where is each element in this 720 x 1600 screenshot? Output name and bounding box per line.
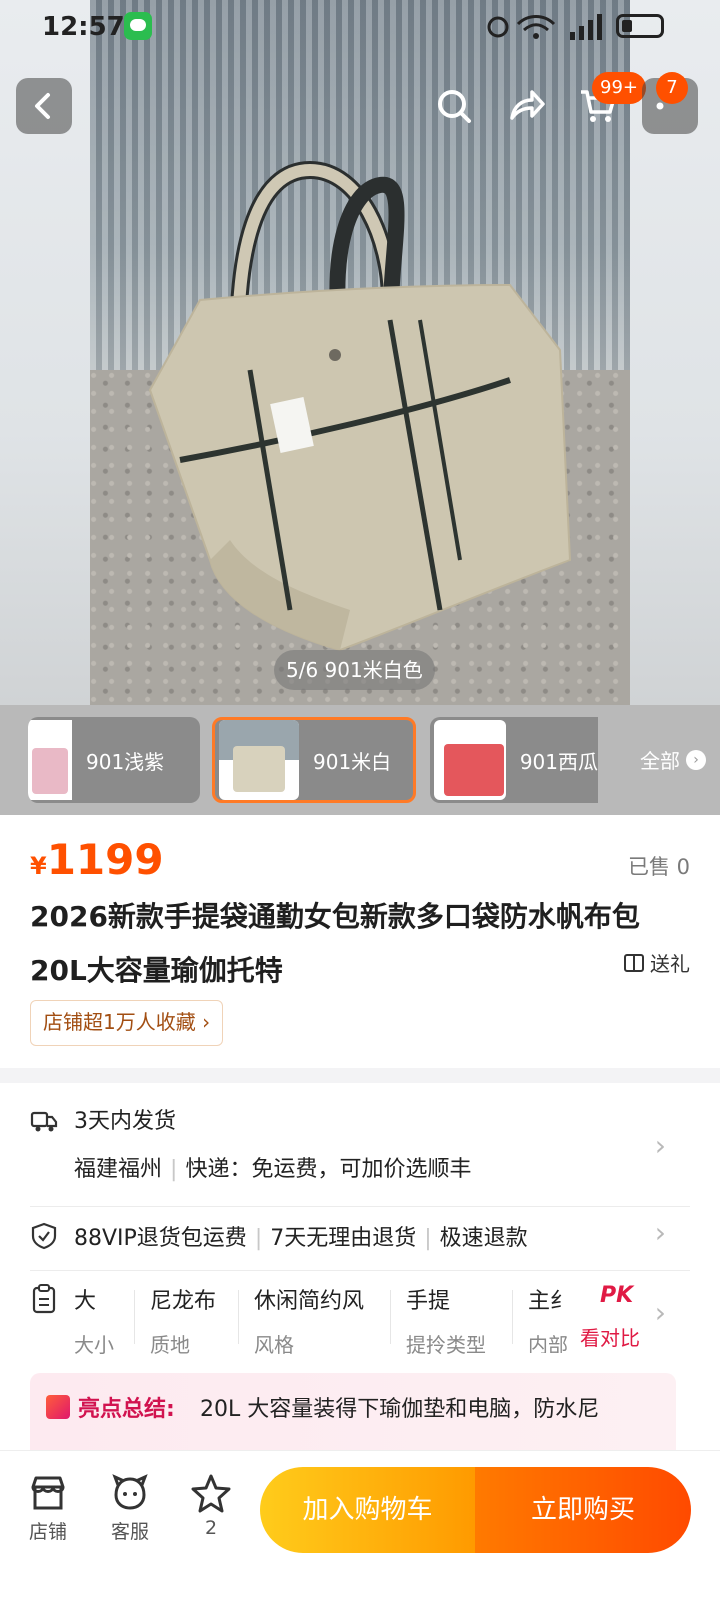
- gift-label: 送礼: [650, 952, 690, 976]
- cart-count-badge: 99+: [592, 72, 646, 104]
- attribute-handle: 手提 提拎类型: [406, 1283, 486, 1357]
- status-time: 12:57: [42, 12, 125, 42]
- price-value: 1199: [46, 835, 164, 884]
- product-detail-page: 12:57 99+ 7 5/6 901米白色 901浅紫 901米白 901西瓜…: [0, 0, 720, 1600]
- customer-service-icon: [112, 1474, 148, 1510]
- attribute-value: 主纟: [528, 1289, 568, 1314]
- share-icon: [510, 90, 545, 120]
- delivery-truck-icon: [30, 1111, 58, 1132]
- variant-thumbnail: [28, 720, 72, 800]
- clipboard-icon: [32, 1284, 56, 1314]
- buy-now-button[interactable]: 立即购买: [475, 1467, 691, 1553]
- attribute-material: 尼龙布 质地: [150, 1283, 217, 1357]
- more-button[interactable]: 7: [642, 72, 698, 134]
- guarantee-item: 88VIP退货包运费: [74, 1226, 247, 1251]
- guarantee-item: 7天无理由退货: [270, 1226, 417, 1251]
- status-bar: 12:57: [0, 0, 720, 56]
- shop-nav-button[interactable]: 店铺: [13, 1473, 83, 1544]
- shop-label: 店铺: [28, 1521, 67, 1543]
- attribute-key: 质地: [150, 1333, 190, 1357]
- variant-selector: 901浅紫 901米白 901西瓜 全部 ›: [0, 705, 720, 815]
- store-icon: [31, 1476, 65, 1510]
- chevron-right-icon: ›: [202, 1010, 211, 1034]
- search-icon: [438, 90, 471, 123]
- divider: [390, 1290, 391, 1344]
- status-icons: [484, 12, 664, 42]
- signal-wifi-icon: [487, 14, 602, 40]
- highlight-text: 20L 大容量装得下瑜伽垫和电脑，防水尼: [200, 1397, 600, 1422]
- sparkle-icon: [46, 1395, 70, 1419]
- price: ¥1199: [30, 835, 164, 884]
- product-title: 2026新款手提袋通勤女包新款多口袋防水帆布包20L大容量瑜伽托特: [30, 900, 640, 987]
- product-info-card: ¥1199 已售 0 2026新款手提袋通勤女包新款多口袋防水帆布包20L大容量…: [0, 815, 720, 1068]
- star-icon: [191, 1474, 231, 1513]
- variant-chip-light-purple[interactable]: 901浅紫: [28, 717, 200, 803]
- all-variants-button[interactable]: 全部 ›: [640, 745, 706, 774]
- chevron-right-icon: ›: [654, 1216, 666, 1249]
- attribute-key: 大小: [74, 1333, 114, 1357]
- divider: [238, 1290, 239, 1344]
- dispatch-time: 3天内发货: [74, 1109, 176, 1134]
- battery-icon: [616, 14, 664, 38]
- gift-icon: [624, 953, 644, 972]
- attribute-value: 尼龙布: [150, 1289, 217, 1314]
- image-counter: 5/6 901米白色: [274, 650, 435, 690]
- back-button[interactable]: [16, 78, 72, 134]
- favorite-count: 2: [204, 1517, 218, 1539]
- chevron-left-icon: [35, 93, 50, 119]
- attribute-value: 手提: [406, 1289, 451, 1314]
- wechat-notification-icon: [124, 12, 152, 40]
- shipping-origin: 福建福州: [74, 1157, 163, 1182]
- attribute-value: 大: [74, 1289, 97, 1314]
- compare-button[interactable]: PK 看对比: [580, 1283, 640, 1351]
- cart-button[interactable]: 99+: [570, 72, 646, 134]
- variant-thumbnail: [219, 720, 299, 800]
- shield-check-icon: [31, 1222, 57, 1250]
- service-label: 客服: [110, 1521, 149, 1543]
- guarantee-item: 极速退款: [439, 1226, 528, 1251]
- chevron-right-icon: ›: [686, 749, 706, 770]
- search-button[interactable]: [426, 78, 482, 134]
- share-button[interactable]: [498, 78, 554, 134]
- highlight-label: 亮点总结:: [78, 1397, 175, 1422]
- attribute-key: 内部: [528, 1333, 568, 1353]
- variant-label: 901米白: [313, 749, 392, 774]
- currency-symbol: ¥: [30, 852, 47, 880]
- attribute-style: 休闲简约风 风格: [254, 1283, 365, 1357]
- message-count-badge: 7: [656, 72, 688, 104]
- bottom-action-bar: 店铺 客服 2 加入购物车 立即购买: [0, 1450, 720, 1600]
- shipping-row[interactable]: 3天内发货 福建福州 | 快递：免运费，可加价选顺丰 ›: [30, 1103, 690, 1193]
- attribute-interior: 主纟 内部: [528, 1283, 568, 1353]
- attribute-value: 休闲简约风: [254, 1289, 365, 1314]
- sold-count: 已售 0: [627, 855, 690, 879]
- divider: [512, 1290, 513, 1344]
- shop-favorites-label: 店铺超1万人收藏: [43, 1010, 196, 1034]
- divider: [30, 1206, 690, 1207]
- delivery-info: 快递：免运费，可加价选顺丰: [185, 1157, 472, 1182]
- divider: [30, 1270, 690, 1271]
- chevron-right-icon: ›: [654, 1129, 666, 1162]
- pk-logo: PK: [600, 1283, 634, 1308]
- customer-service-button[interactable]: 客服: [95, 1473, 165, 1544]
- gift-button[interactable]: 送礼: [624, 948, 690, 977]
- attribute-size: 大 大小: [74, 1283, 114, 1357]
- shop-favorites-tag[interactable]: 店铺超1万人收藏 ›: [30, 1000, 224, 1046]
- favorite-button[interactable]: 2: [176, 1473, 246, 1539]
- variant-chip-watermelon[interactable]: 901西瓜: [430, 717, 598, 803]
- variant-label: 901浅紫: [86, 749, 165, 774]
- variant-thumbnail: [434, 720, 506, 800]
- add-to-cart-button[interactable]: 加入购物车: [260, 1467, 475, 1553]
- all-variants-label: 全部: [640, 749, 680, 773]
- chevron-right-icon: ›: [654, 1296, 666, 1329]
- guarantee-row[interactable]: 88VIP退货包运费 | 7天无理由退货 | 极速退款 ›: [30, 1216, 690, 1260]
- compare-label: 看对比: [580, 1326, 640, 1350]
- variant-chip-off-white[interactable]: 901米白: [212, 717, 416, 803]
- divider: [134, 1290, 135, 1344]
- variant-label: 901西瓜: [519, 749, 598, 774]
- attribute-key: 风格: [254, 1333, 294, 1357]
- attribute-key: 提拎类型: [406, 1333, 486, 1357]
